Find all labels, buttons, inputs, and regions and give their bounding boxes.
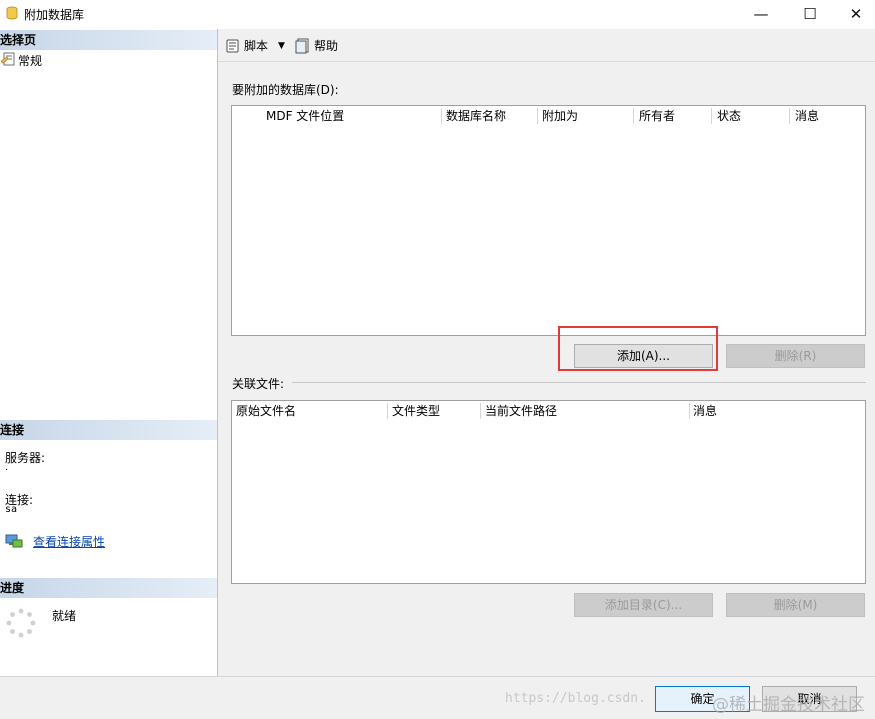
help-button[interactable]: 帮助 — [295, 33, 355, 59]
column-header[interactable]: 文件类型 — [392, 403, 440, 419]
connection-properties-icon — [5, 534, 23, 548]
ok-label: 确定 — [690, 692, 715, 706]
add-catalog-button[interactable]: 添加目录(C)... — [574, 593, 713, 617]
script-icon — [226, 39, 239, 53]
column-header[interactable]: 原始文件名 — [236, 403, 296, 419]
column-divider[interactable] — [689, 403, 690, 419]
column-divider[interactable] — [441, 108, 442, 124]
remove-related-file-button[interactable]: 删除(M) — [726, 593, 865, 617]
chevron-down-icon[interactable]: ▼ — [278, 33, 285, 59]
server-value: . — [5, 462, 9, 473]
column-header[interactable]: 附加为 — [542, 108, 578, 124]
column-header[interactable]: 当前文件路径 — [485, 403, 557, 419]
help-icon — [295, 38, 309, 54]
minimize-icon[interactable]: — — [738, 0, 784, 28]
script-label: 脚本 — [244, 39, 269, 53]
watermark-community: @稀土掘金技术社区 — [712, 695, 865, 715]
connection-value: sa — [5, 504, 18, 515]
left-panel: 选择页 常规 连接 服务器: . 连接: sa 查看连接属性 进度 就绪 — [0, 29, 218, 676]
server-label: 服务器: — [5, 451, 46, 465]
script-button[interactable]: 脚本 ▼ — [225, 33, 300, 59]
progress-status: 就绪 — [52, 609, 77, 623]
progress-spinner-icon — [6, 608, 36, 638]
related-files-divider — [292, 382, 866, 383]
related-files-label: 关联文件: — [232, 377, 285, 391]
maximize-icon[interactable]: ☐ — [787, 0, 833, 28]
column-divider[interactable] — [387, 403, 388, 419]
column-divider[interactable] — [633, 108, 634, 124]
column-header[interactable]: 消息 — [795, 108, 819, 124]
progress-header: 进度 — [0, 578, 217, 598]
database-icon — [6, 6, 18, 20]
page-item-label: 常规 — [18, 54, 43, 68]
view-connection-properties-link[interactable]: 查看连接属性 — [33, 533, 105, 550]
title-bar: 附加数据库 — ☐ ✕ — [0, 0, 875, 28]
column-header[interactable]: 所有者 — [639, 108, 675, 124]
remove-database-button[interactable]: 删除(R) — [726, 344, 865, 368]
column-divider[interactable] — [537, 108, 538, 124]
column-header[interactable]: 数据库名称 — [446, 108, 506, 124]
watermark-url: https://blog.csdn. — [505, 691, 646, 706]
column-divider[interactable] — [789, 108, 790, 124]
column-divider[interactable] — [480, 403, 481, 419]
help-label: 帮助 — [314, 39, 339, 53]
column-header[interactable]: 消息 — [693, 403, 717, 419]
attach-databases-grid[interactable]: MDF 文件位置 数据库名称 附加为 所有者 状态 消息 — [231, 105, 866, 336]
add-database-button[interactable]: 添加(A)... — [574, 344, 713, 368]
connection-header: 连接 — [0, 420, 217, 440]
column-divider[interactable] — [711, 108, 712, 124]
page-settings-icon — [1, 52, 15, 66]
related-files-grid[interactable]: 原始文件名 文件类型 当前文件路径 消息 — [231, 400, 866, 584]
column-header[interactable]: MDF 文件位置 — [266, 108, 344, 124]
column-header[interactable]: 状态 — [717, 108, 741, 124]
page-item-general[interactable]: 常规 — [0, 50, 120, 68]
select-page-header: 选择页 — [0, 30, 217, 50]
window-title: 附加数据库 — [24, 8, 85, 22]
close-icon[interactable]: ✕ — [833, 0, 875, 28]
attach-section-label: 要附加的数据库(D): — [232, 83, 339, 97]
toolbar-divider — [218, 61, 875, 62]
